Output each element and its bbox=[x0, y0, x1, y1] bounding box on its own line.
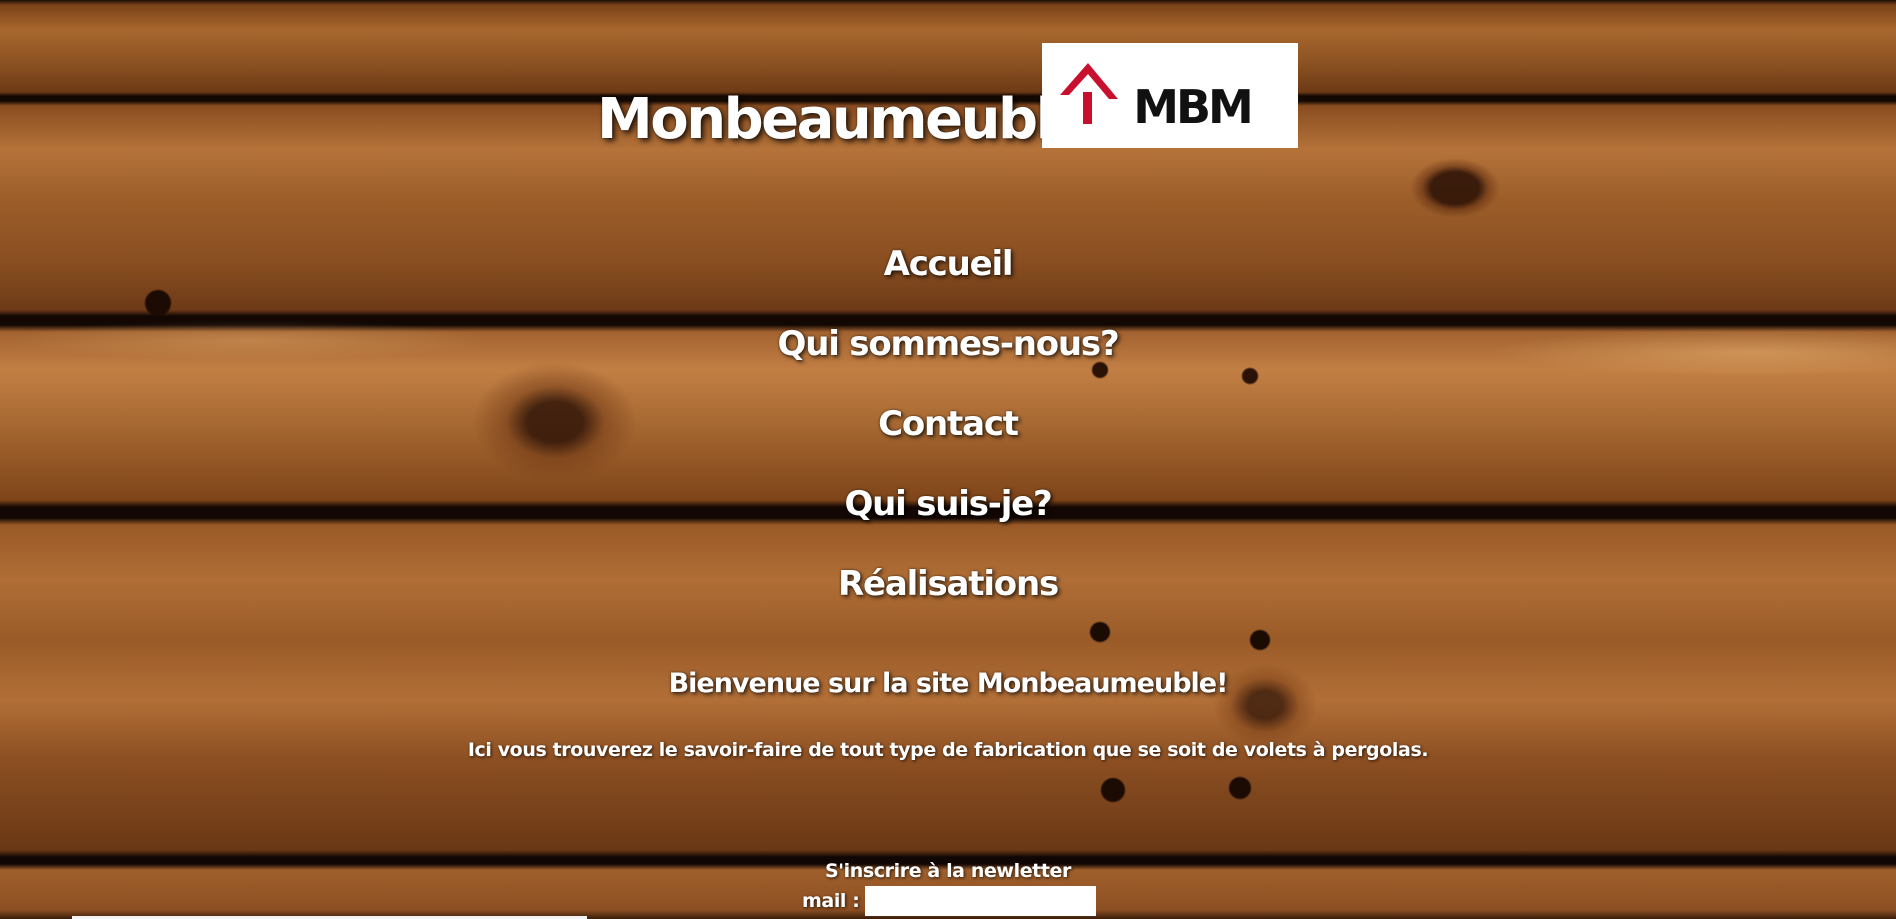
nav-link-qui-suis-je[interactable]: Qui suis-je? bbox=[844, 478, 1052, 530]
logo-text: MBM bbox=[1133, 80, 1251, 134]
mbm-logo: MBM bbox=[1042, 43, 1298, 148]
nav-item-realisations: Réalisations bbox=[0, 558, 1896, 638]
newsletter-title: S'inscrire à la newletter bbox=[824, 860, 1072, 882]
nav-link-accueil[interactable]: Accueil bbox=[884, 238, 1014, 290]
welcome-heading: Bienvenue sur la site Monbeaumeuble! bbox=[668, 668, 1229, 699]
intro-text: Ici vous trouverez le savoir-faire de to… bbox=[467, 739, 1429, 761]
nav-item-qui-sommes-nous: Qui sommes-nous? bbox=[0, 318, 1896, 398]
mbm-logo-icon: MBM bbox=[1060, 63, 1254, 134]
nav-item-accueil: Accueil bbox=[0, 238, 1896, 318]
email-field[interactable] bbox=[865, 886, 1097, 916]
nav-link-contact[interactable]: Contact bbox=[878, 398, 1019, 450]
mail-label: mail : bbox=[802, 890, 860, 912]
nav-item-contact: Contact bbox=[0, 398, 1896, 478]
site-title: Monbeaumeuble bbox=[597, 87, 1090, 152]
newsletter-mail-row: mail : bbox=[802, 886, 1097, 916]
newsletter-form: S'inscrire à la newletter mail : bbox=[0, 860, 1896, 916]
main-navigation: Accueil Qui sommes-nous? Contact Qui sui… bbox=[0, 238, 1896, 638]
nav-link-realisations[interactable]: Réalisations bbox=[838, 558, 1059, 610]
nav-item-qui-suis-je: Qui suis-je? bbox=[0, 478, 1896, 558]
nav-link-qui-sommes-nous[interactable]: Qui sommes-nous? bbox=[778, 318, 1120, 370]
